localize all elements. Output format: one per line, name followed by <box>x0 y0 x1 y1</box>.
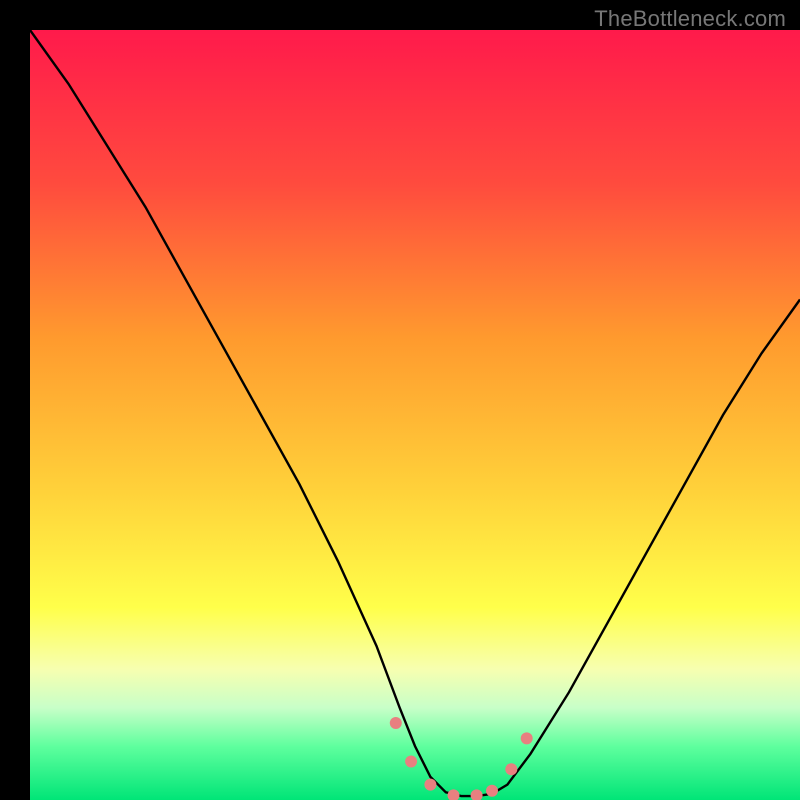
marker-point <box>521 732 533 744</box>
marker-point <box>405 756 417 768</box>
marker-point <box>390 717 402 729</box>
marker-point <box>505 763 517 775</box>
marker-point <box>486 785 498 797</box>
watermark-text: TheBottleneck.com <box>594 6 786 32</box>
chart-frame <box>15 15 785 785</box>
gradient-background <box>30 30 800 800</box>
marker-point <box>424 779 436 791</box>
bottleneck-chart <box>30 30 800 800</box>
